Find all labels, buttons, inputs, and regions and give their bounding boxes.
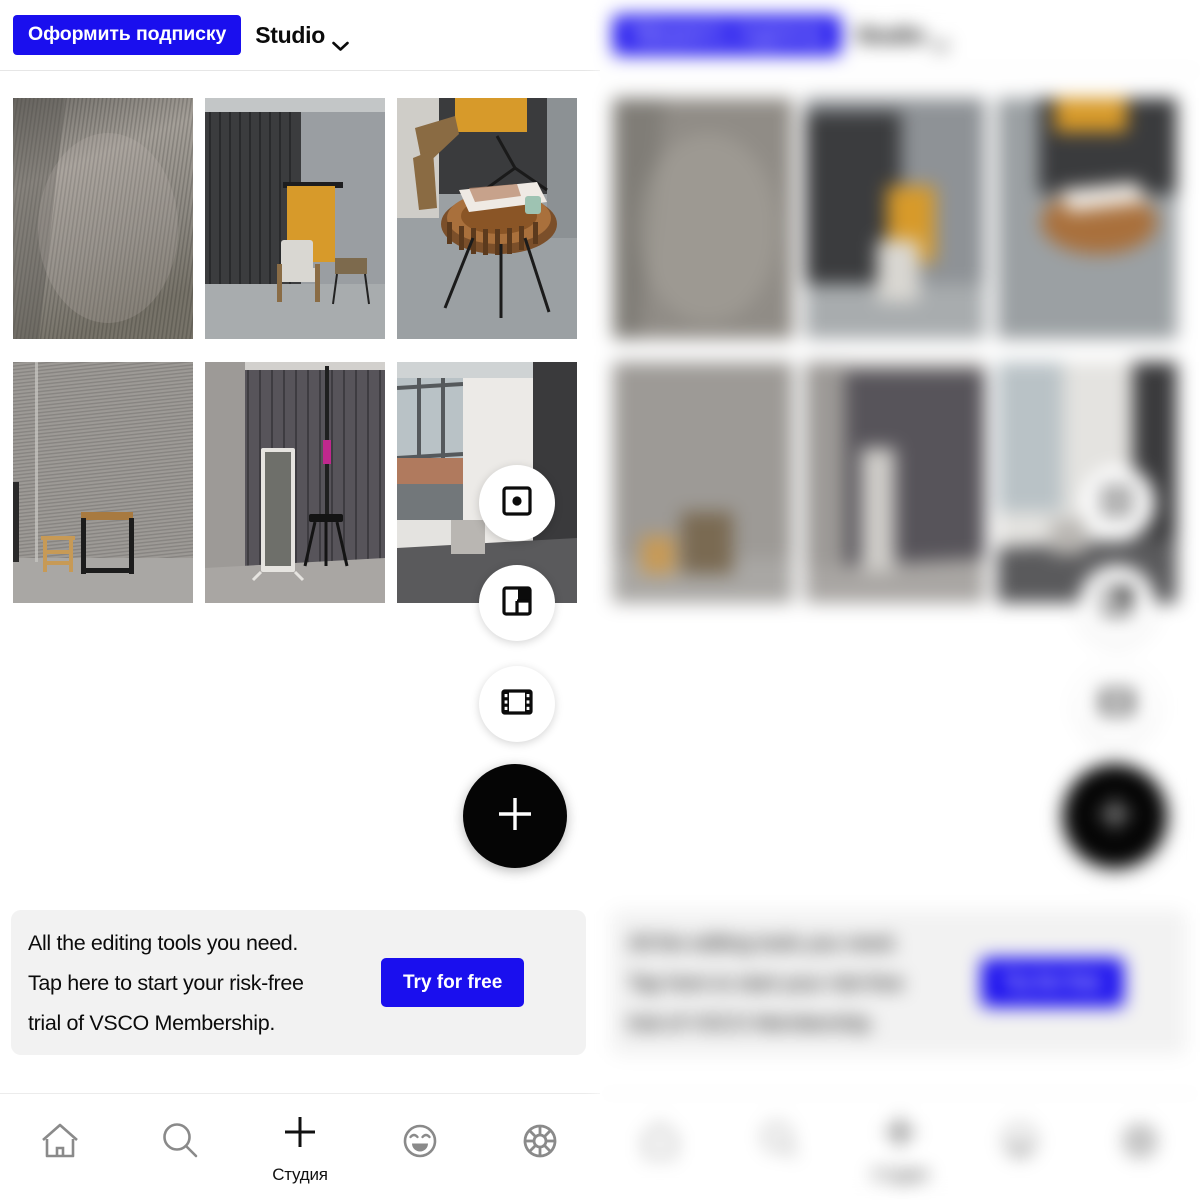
nav-item-profile-blurred [960,1094,1080,1200]
nav-item-studio-blurred: Студия [840,1094,960,1200]
collage-fab-button[interactable] [479,565,555,641]
nav-item-discover[interactable] [480,1094,600,1200]
plus-icon [878,1110,922,1159]
page-title: Studio [255,21,325,48]
app-header: Оформить подписку Studio [0,0,600,71]
collage-fab-button-blurred [1079,565,1155,641]
try-for-free-button-blurred: Try for free [981,958,1125,1007]
camera-icon [500,484,534,523]
promo-line-3: trial of VSCO Membership. [28,1010,275,1035]
camera-fab-button[interactable] [479,465,555,541]
photo-thumbnail[interactable] [13,98,193,339]
add-fab-button[interactable] [463,764,567,868]
home-icon [638,1120,682,1167]
try-for-free-button[interactable]: Try for free [381,958,525,1007]
nav-item-home-blurred [600,1094,720,1200]
app-header-blurred: Оформить подписку Studio [600,0,1200,71]
page-title-blurred: Studio [855,21,925,48]
nav-item-profile[interactable] [360,1094,480,1200]
promo-line-1: All the editing tools you need. [628,930,899,955]
smiley-icon [998,1120,1042,1167]
membership-promo-banner[interactable]: All the editing tools you need. Tap here… [11,910,586,1055]
nav-item-search-blurred [720,1094,840,1200]
film-icon [500,686,534,723]
app-panel-blurred-duplicate: Оформить подписку Studio All the editing… [600,0,1200,1200]
camera-fab-button-blurred [1079,465,1155,541]
nav-item-home[interactable] [0,1094,120,1200]
promo-text: All the editing tools you need. Tap here… [11,923,381,1043]
photo-thumbnail[interactable] [205,98,385,339]
screen: Оформить подписку Studio All the editing… [0,0,1200,1200]
promo-line-2: Tap here to start your risk-free [28,970,304,995]
plus-icon [278,1110,322,1159]
photo-thumbnail [997,98,1177,339]
photo-thumbnail [805,362,985,603]
photo-thumbnail[interactable] [13,362,193,603]
promo-line-1: All the editing tools you need. [28,930,299,955]
subscribe-button[interactable]: Оформить подписку [13,14,242,56]
subscribe-button-blurred: Оформить подписку [613,14,842,56]
collage-icon [1100,584,1134,623]
photo-thumbnail [613,362,793,603]
photo-thumbnail[interactable] [397,98,577,339]
plus-icon [494,793,536,840]
nav-label-studio: Студия [872,1165,928,1184]
camera-icon [1100,484,1134,523]
membership-promo-banner-blurred: All the editing tools you need. Tap here… [611,910,1186,1055]
nav-item-studio[interactable]: Студия [240,1094,360,1200]
search-icon [758,1120,802,1167]
studio-dropdown[interactable]: Studio [255,21,349,51]
nav-label-studio: Студия [272,1165,328,1184]
nav-item-search[interactable] [120,1094,240,1200]
photo-thumbnail[interactable] [205,362,385,603]
photo-thumbnail [805,98,985,339]
aperture-icon [518,1120,562,1167]
app-panel-sharp: Оформить подписку Studio All the editing… [0,0,600,1200]
smiley-icon [398,1120,442,1167]
photo-thumbnail [613,98,793,339]
promo-line-2: Tap here to start your risk-free [628,970,904,995]
promo-text-blurred: All the editing tools you need. Tap here… [611,923,981,1043]
studio-dropdown-blurred: Studio [855,21,949,51]
chevron-down-icon [932,30,949,51]
home-icon [38,1120,82,1167]
chevron-down-icon [332,30,349,51]
plus-icon [1094,793,1136,840]
nav-item-discover-blurred [1080,1094,1200,1200]
aperture-icon [1118,1120,1162,1167]
bottom-navigation-bar-blurred: Студия [600,1093,1200,1200]
film-icon [1100,686,1134,723]
search-icon [158,1120,202,1167]
bottom-navigation-bar: Студия [0,1093,600,1200]
video-fab-button[interactable] [479,666,555,742]
video-fab-button-blurred [1079,666,1155,742]
add-fab-button-blurred [1063,764,1167,868]
promo-line-3: trial of VSCO Membership. [628,1010,875,1035]
collage-icon [500,584,534,623]
